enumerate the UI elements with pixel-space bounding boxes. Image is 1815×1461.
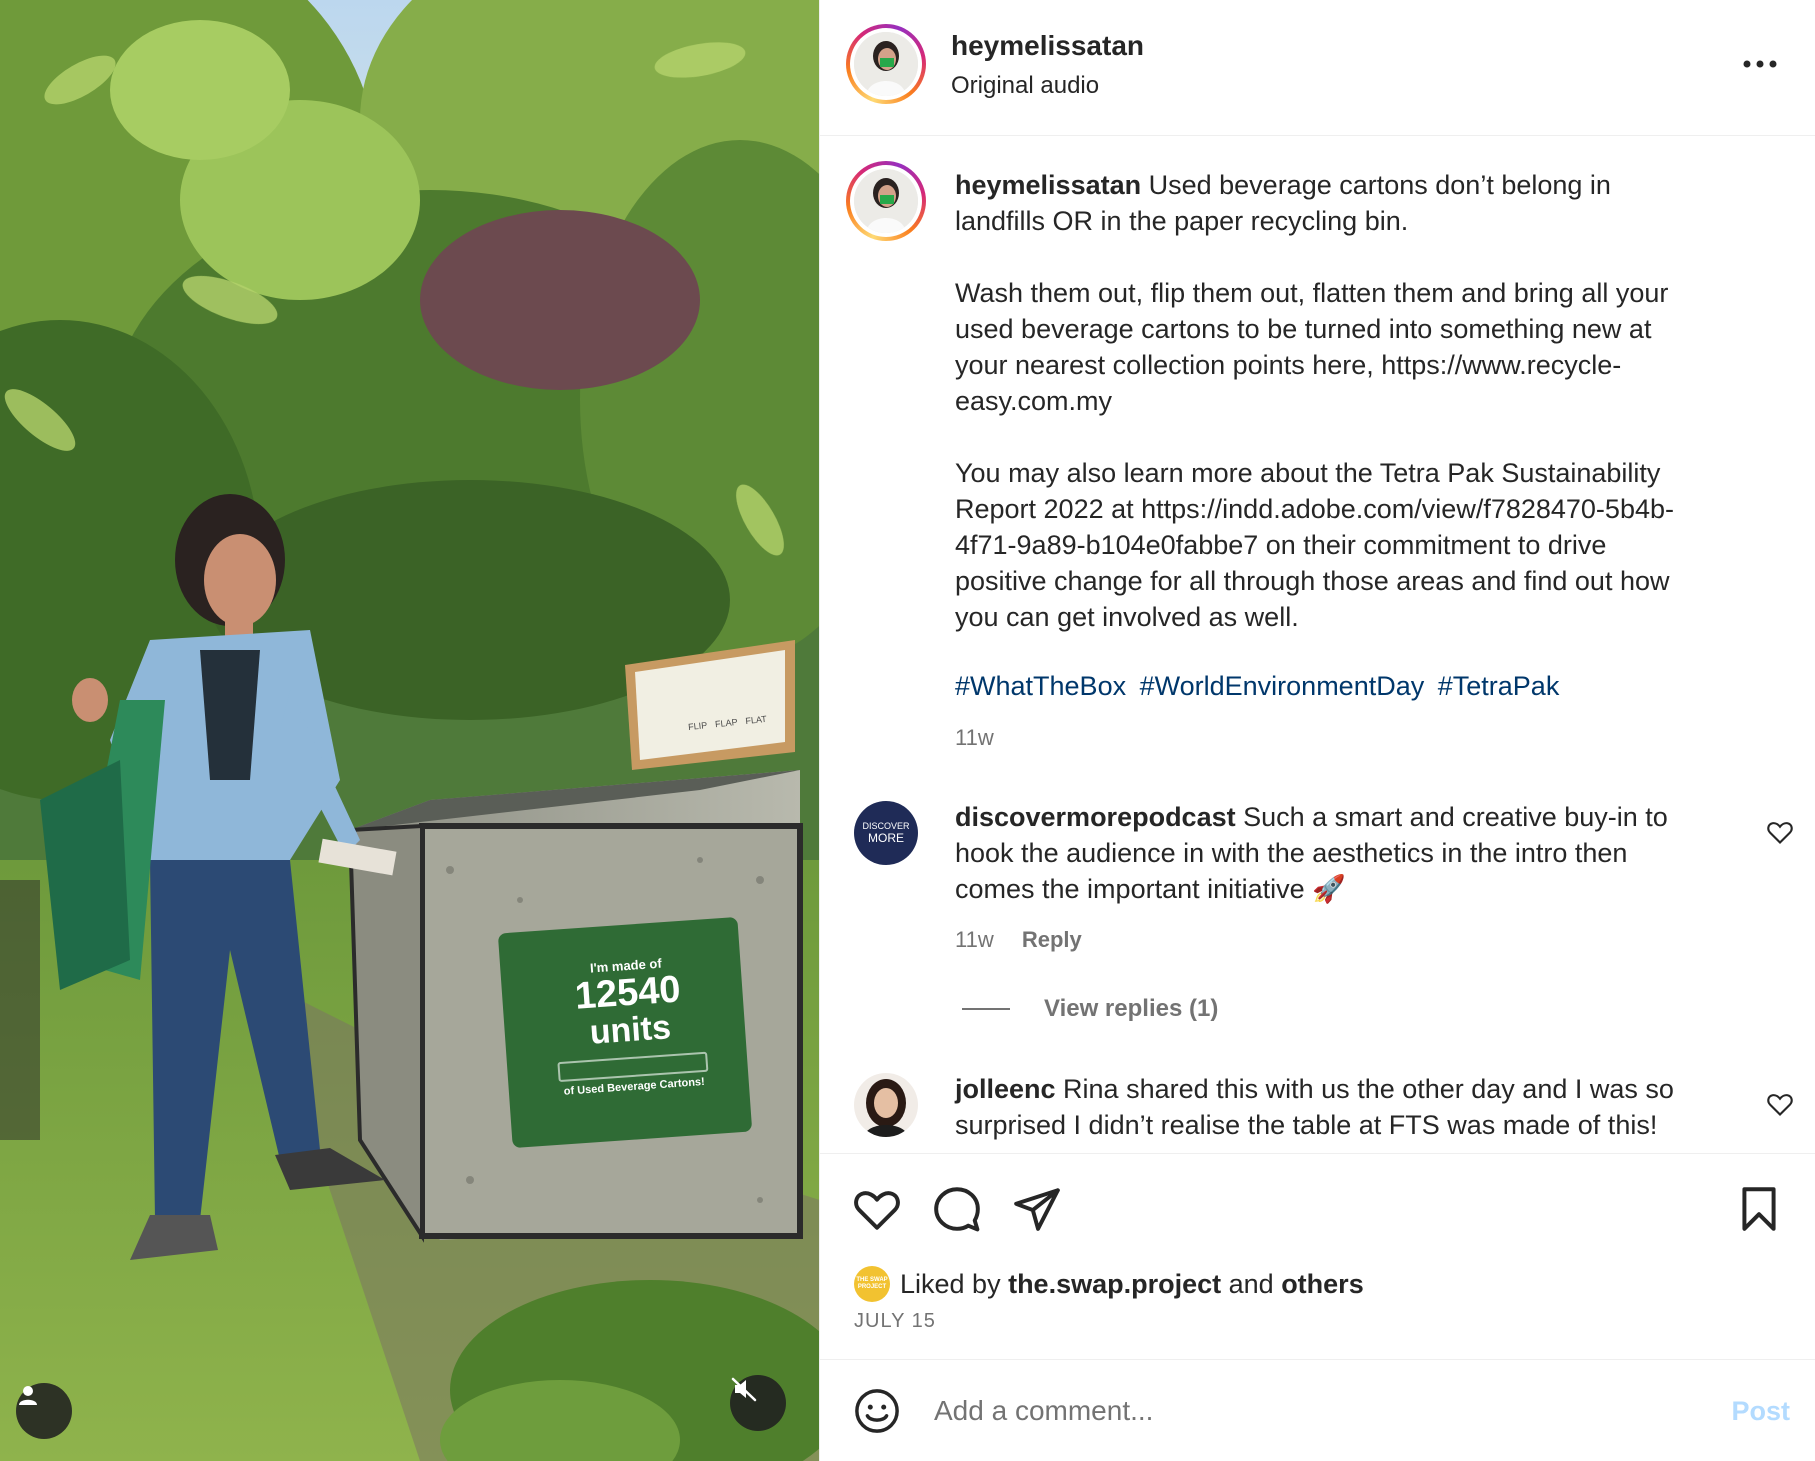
like-comment-icon[interactable] [1766, 818, 1794, 846]
post-header: heymelissatan Original audio [820, 0, 1815, 136]
reply-button[interactable]: Reply [1022, 927, 1082, 952]
mute-button[interactable] [730, 1375, 786, 1431]
sign-label: I'm made of 12540 units of Used Beverage… [516, 950, 745, 1100]
commenter-avatar[interactable] [854, 1073, 918, 1137]
comment-time: 11w [955, 927, 994, 952]
comment-text: Rina shared this with us the other day a… [955, 1074, 1674, 1140]
comment-icon[interactable] [932, 1184, 982, 1234]
caption-time: 11w [955, 725, 994, 750]
more-icon [1743, 60, 1777, 68]
comment-body: jolleenc Rina shared this with us the ot… [955, 1071, 1715, 1143]
likes-prefix: Liked by [900, 1268, 1009, 1299]
tagged-people-button[interactable] [16, 1383, 72, 1439]
audio-label[interactable]: Original audio [951, 72, 1099, 100]
caption-avatar[interactable] [846, 161, 926, 241]
like-icon[interactable] [852, 1184, 902, 1234]
replies-divider [962, 1008, 1010, 1010]
post-actions: THE SWAP PROJECT Liked by the.swap.proje… [820, 1153, 1815, 1359]
like-comment-icon[interactable] [1766, 1090, 1794, 1118]
author-username[interactable]: heymelissatan [951, 30, 1144, 62]
commenter-username[interactable]: discovermorepodcast [955, 802, 1236, 832]
avatar-logo-line1: DISCOVER [862, 821, 910, 831]
likes-middle: and [1221, 1268, 1282, 1299]
likes-others-link[interactable]: others [1281, 1269, 1364, 1300]
avatar-logo: DISCOVER MORE [854, 801, 918, 865]
add-comment-bar: Post [820, 1359, 1815, 1461]
speaker-muted-icon [731, 1377, 757, 1402]
hashtag-link[interactable]: #WorldEnvironmentDay [1140, 671, 1425, 701]
comment-meta: 11w Reply [955, 927, 1082, 953]
post-button[interactable]: Post [1731, 1396, 1790, 1427]
user-icon [19, 1386, 37, 1405]
bookmark-icon[interactable] [1734, 1184, 1784, 1234]
caption: heymelissatan Used beverage cartons don’… [955, 167, 1775, 635]
likes-summary: THE SWAP PROJECT Liked by the.swap.proje… [854, 1266, 1364, 1302]
author-avatar[interactable] [846, 24, 926, 104]
emoji-icon[interactable] [854, 1388, 900, 1434]
commenter-avatar[interactable]: DISCOVER MORE [854, 801, 918, 865]
view-replies-label: View replies (1) [1044, 995, 1219, 1022]
hashtag-link[interactable]: #TetraPak [1438, 671, 1560, 701]
hashtag-link[interactable]: #WhatTheBox [955, 671, 1126, 701]
caption-username[interactable]: heymelissatan [955, 170, 1141, 200]
reel-video[interactable]: I'm made of 12540 units of Used Beverage… [0, 0, 819, 1461]
comment-input[interactable] [934, 1384, 1674, 1438]
caption-body: Used beverage cartons don’t belong in la… [955, 170, 1674, 632]
post-date: JULY 15 [854, 1310, 936, 1332]
share-icon[interactable] [1012, 1184, 1062, 1234]
poster-word: FLIP [687, 720, 708, 733]
liker-avatar[interactable]: THE SWAP PROJECT [854, 1266, 890, 1302]
liker-username[interactable]: the.swap.project [1008, 1269, 1221, 1300]
liker-avatar-text: THE SWAP PROJECT [856, 1277, 888, 1290]
author-photo [854, 169, 918, 233]
comments-section[interactable]: heymelissatan Used beverage cartons don’… [820, 137, 1815, 1153]
more-options-button[interactable] [1736, 48, 1784, 80]
comment-body: discovermorepodcast Such a smart and cre… [955, 799, 1715, 907]
commenter-username[interactable]: jolleenc [955, 1074, 1056, 1104]
commenter-photo [854, 1073, 918, 1137]
author-photo [854, 32, 918, 96]
post-details-panel: heymelissatan Original audio heymelissat… [819, 0, 1815, 1461]
view-replies-button[interactable]: View replies (1) [962, 995, 1218, 1023]
avatar-logo-line2: MORE [868, 831, 904, 845]
hashtag-list: #WhatTheBox #WorldEnvironmentDay #TetraP… [955, 671, 1565, 702]
